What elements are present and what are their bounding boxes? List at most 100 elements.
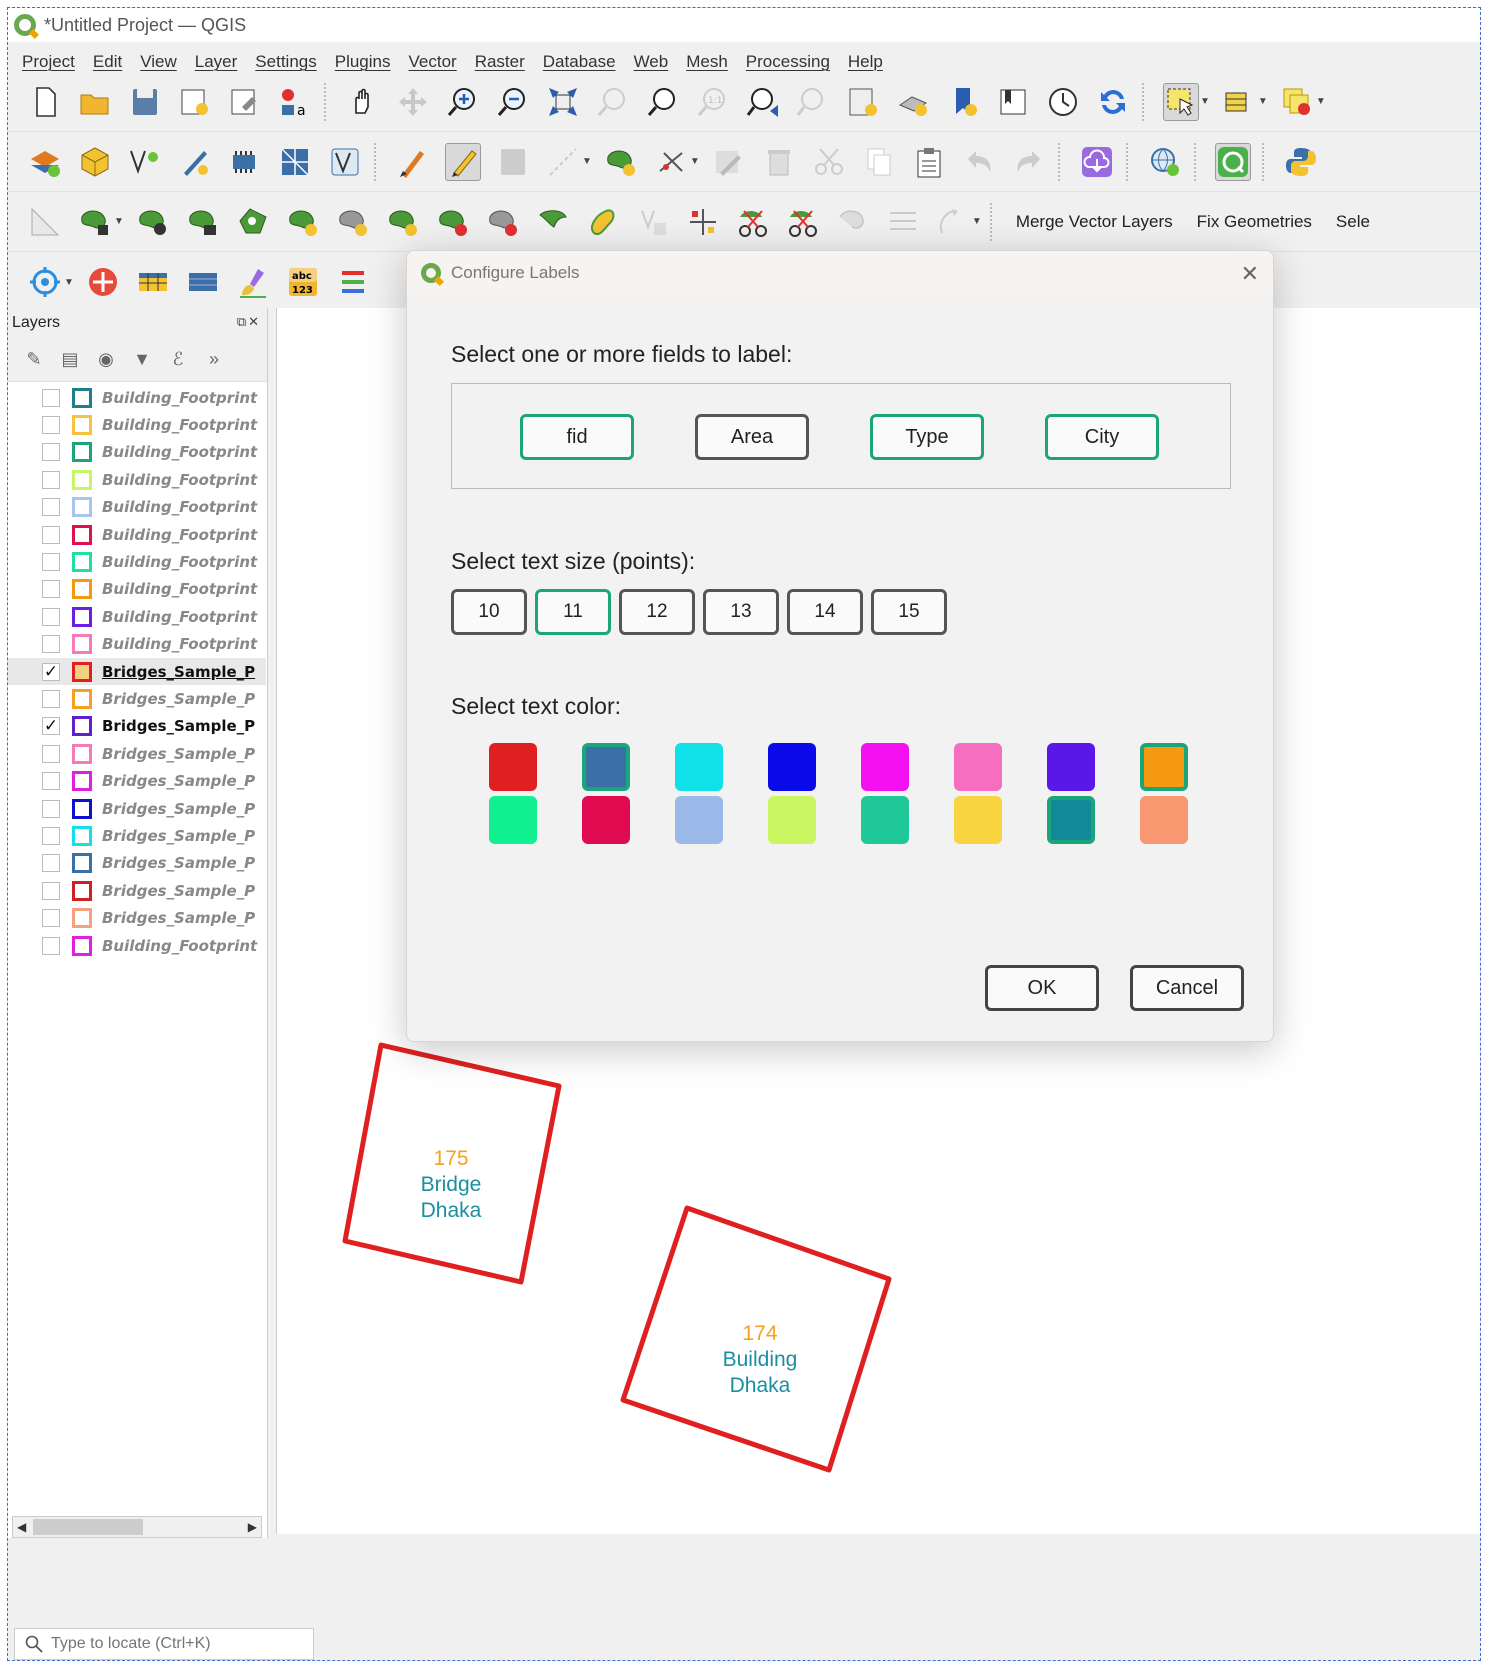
zoom-native-icon[interactable]: 1:1 [695, 83, 731, 121]
layer-row[interactable]: Building_Footprint [8, 548, 266, 575]
field-button-type[interactable]: Type [870, 414, 984, 460]
select-features-icon[interactable] [1163, 82, 1199, 121]
layer-visibility-checkbox[interactable] [42, 580, 60, 599]
menu-database[interactable]: Database [543, 52, 616, 72]
clip-icon[interactable] [135, 203, 171, 241]
save-layer-edits-icon[interactable] [495, 143, 531, 181]
digitize-line-icon[interactable] [545, 143, 581, 181]
smooth-icon[interactable] [535, 203, 571, 241]
size-button-10[interactable]: 10 [451, 589, 527, 635]
horizontal-scrollbar[interactable]: ◀ ▶ [12, 1516, 262, 1538]
new-bookmark-icon[interactable] [945, 83, 981, 121]
color-swatch[interactable] [675, 796, 723, 844]
scrollbar-thumb[interactable] [33, 1519, 143, 1535]
toolbar-grip[interactable] [1193, 142, 1200, 181]
layer-visibility-checkbox[interactable] [42, 416, 60, 435]
data-source-manager-icon[interactable] [27, 143, 63, 181]
toolbar-grip[interactable] [1261, 142, 1268, 181]
layer-visibility-checkbox[interactable] [42, 936, 60, 955]
vertex-tool-icon[interactable] [653, 143, 689, 181]
color-swatch[interactable] [489, 796, 537, 844]
chevron-down-icon[interactable]: ▼ [972, 216, 982, 227]
layer-row[interactable]: Building_Footprint [8, 576, 266, 603]
layer-visibility-checkbox[interactable] [42, 525, 60, 544]
menu-project[interactable]: Project [22, 52, 75, 72]
style-layer-icon[interactable]: ✎ [21, 347, 47, 373]
merge-vector-layers-button[interactable]: Merge Vector Layers [1016, 212, 1173, 232]
size-button-15[interactable]: 15 [871, 589, 947, 635]
difference-icon[interactable] [385, 203, 421, 241]
color-swatch[interactable] [954, 743, 1002, 791]
layer-visibility-checkbox[interactable] [42, 498, 60, 517]
reshape-features-icon[interactable] [835, 203, 871, 241]
panel-float-close-icon[interactable]: ⧉✕ [237, 314, 261, 330]
rotate-feature-icon[interactable] [935, 203, 971, 241]
layer-visibility-checkbox[interactable]: ✓ [42, 716, 60, 736]
chevron-down-icon[interactable]: ▼ [1258, 96, 1268, 107]
metasearch-icon[interactable] [1147, 143, 1183, 181]
layout-manager-icon[interactable] [227, 83, 263, 121]
simplify-icon[interactable] [585, 203, 621, 241]
field-calculator-icon[interactable] [185, 263, 221, 301]
color-swatch[interactable] [861, 796, 909, 844]
layer-row[interactable]: Bridges_Sample_P [8, 795, 266, 822]
attribute-table-icon[interactable] [135, 263, 171, 301]
multipart-icon[interactable] [635, 203, 671, 241]
new-temporary-layer-icon[interactable] [177, 143, 213, 181]
refresh-icon[interactable] [1095, 83, 1131, 121]
layer-visibility-checkbox[interactable] [42, 470, 60, 489]
layer-visibility-checkbox[interactable] [42, 799, 60, 818]
open-project-icon[interactable] [77, 83, 113, 121]
cut-features-icon[interactable] [811, 143, 847, 181]
layer-row[interactable]: Building_Footprint [8, 932, 266, 959]
color-swatch[interactable] [1140, 796, 1188, 844]
new-print-layout-icon[interactable] [177, 83, 213, 121]
split-vector-icon[interactable] [685, 203, 721, 241]
color-swatch[interactable] [954, 796, 1002, 844]
toggle-editing-icon[interactable] [445, 142, 481, 181]
split-features-icon[interactable] [735, 203, 771, 241]
chevron-down-icon[interactable]: ▼ [1200, 96, 1210, 107]
color-swatch[interactable] [582, 796, 630, 844]
toolbar-grip[interactable] [1057, 142, 1064, 181]
chevron-down-icon[interactable]: ▼ [582, 156, 592, 167]
ok-button[interactable]: OK [985, 965, 1099, 1011]
gps-icon[interactable] [27, 263, 63, 301]
menu-vector[interactable]: Vector [409, 52, 457, 72]
color-swatch[interactable] [768, 796, 816, 844]
layer-row[interactable]: Bridges_Sample_P [8, 740, 266, 767]
modify-attributes-icon[interactable] [711, 143, 747, 181]
add-polygon-feature-icon[interactable] [603, 143, 639, 181]
close-icon[interactable]: ✕ [1241, 261, 1259, 287]
locator-input[interactable] [51, 1635, 301, 1653]
zoom-next-icon[interactable] [795, 83, 831, 121]
symmetrical-difference-icon[interactable] [485, 203, 521, 241]
new-3d-map-view-icon[interactable] [895, 83, 931, 121]
layer-visibility-checkbox[interactable] [42, 854, 60, 873]
delete-holes-icon[interactable] [435, 203, 471, 241]
deselect-features-icon[interactable] [1279, 83, 1315, 121]
size-button-14[interactable]: 14 [787, 589, 863, 635]
visibility-eye-icon[interactable]: ◉ [93, 347, 119, 373]
menu-edit[interactable]: Edit [93, 52, 122, 72]
layer-row[interactable]: Bridges_Sample_P [8, 767, 266, 794]
zoom-to-selection-icon[interactable] [595, 83, 631, 121]
menu-web[interactable]: Web [634, 52, 669, 72]
centroids-icon[interactable] [235, 203, 271, 241]
layer-visibility-checkbox[interactable] [42, 909, 60, 928]
layer-visibility-checkbox[interactable] [42, 553, 60, 572]
select-button[interactable]: Sele [1336, 212, 1370, 232]
color-swatch[interactable] [489, 743, 537, 791]
layer-visibility-checkbox[interactable] [42, 443, 60, 462]
new-geopackage-layer-icon[interactable] [77, 143, 113, 181]
add-point-icon[interactable] [85, 263, 121, 301]
save-project-icon[interactable] [127, 83, 163, 121]
menu-layer[interactable]: Layer [195, 52, 238, 72]
undo-icon[interactable] [961, 143, 997, 181]
zoom-out-icon[interactable] [495, 83, 531, 121]
dissolve-icon[interactable] [285, 203, 321, 241]
cancel-button[interactable]: Cancel [1130, 965, 1244, 1011]
new-project-icon[interactable] [27, 83, 63, 121]
new-mesh-layer-icon[interactable] [277, 143, 313, 181]
toolbar-grip[interactable] [374, 142, 380, 181]
